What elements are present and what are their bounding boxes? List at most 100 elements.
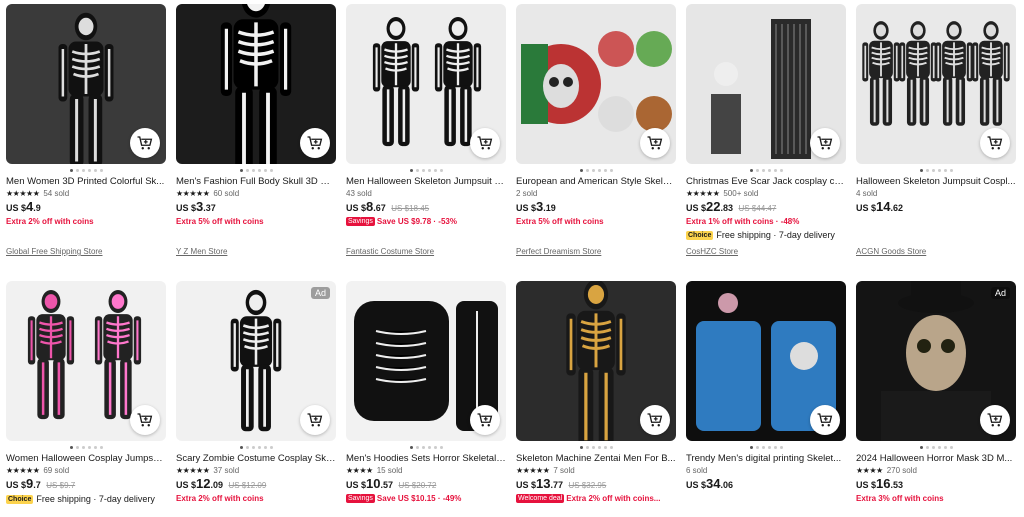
product-image[interactable]: Ad [176, 281, 336, 441]
original-price: US $44.47 [738, 204, 777, 213]
image-carousel-dots [856, 443, 1016, 451]
product-card[interactable]: Skeleton Machine Zentai Men For B... ★★★… [516, 281, 676, 505]
image-carousel-dots [6, 166, 166, 174]
product-image[interactable] [686, 281, 846, 441]
rating-row: ★★★★★ 7 sold [516, 465, 676, 476]
sold-count: 69 sold [43, 466, 70, 475]
product-image[interactable] [6, 4, 166, 164]
product-title[interactable]: Women Halloween Cosplay Jumpsui... [6, 453, 166, 465]
store-link[interactable]: Fantastic Costume Store [346, 246, 506, 257]
shopping-cart-add-icon[interactable] [810, 405, 840, 435]
store-link[interactable]: CosHZC Store [686, 246, 846, 257]
store-link[interactable]: Y Z Men Store [176, 246, 336, 257]
savings-badge: Welcome deal [516, 494, 565, 504]
product-card[interactable]: Men Women 3D Printed Colorful Sk... ★★★★… [6, 4, 166, 257]
price: US $4.9 [6, 199, 41, 214]
sold-count: 6 sold [686, 466, 708, 475]
shipping-row: Choice Free shipping · 7-day delivery [686, 230, 835, 241]
shopping-cart-add-icon[interactable] [980, 128, 1010, 158]
price: US $10.57 US $20.72 [346, 476, 437, 491]
product-card[interactable]: Men's Hoodies Sets Horror Skeletal ... ★… [346, 281, 506, 505]
shopping-cart-add-icon[interactable] [470, 405, 500, 435]
star-rating-icon: ★★★★ [856, 466, 883, 475]
store-link[interactable]: ACGN Goods Store [856, 246, 1016, 257]
savings-badge: Savings [346, 217, 375, 227]
original-price: US $32.95 [568, 481, 607, 490]
product-image[interactable] [516, 4, 676, 164]
shopping-cart-add-icon[interactable] [640, 128, 670, 158]
sold-count: 7 sold [553, 466, 575, 475]
product-card[interactable]: Men Halloween Skeleton Jumpsuit Z... 43 … [346, 4, 506, 257]
product-image[interactable] [6, 281, 166, 441]
product-grid: Men Women 3D Printed Colorful Sk... ★★★★… [0, 0, 1024, 517]
coins-discount: Extra 5% off with coins [516, 217, 604, 226]
product-image[interactable] [856, 4, 1016, 164]
shopping-cart-add-icon[interactable] [130, 128, 160, 158]
product-title[interactable]: Men Women 3D Printed Colorful Sk... [6, 176, 166, 188]
product-image[interactable] [686, 4, 846, 164]
original-price: US $18.45 [391, 204, 430, 213]
product-title[interactable]: Men Halloween Skeleton Jumpsuit Z... [346, 176, 506, 188]
product-card[interactable]: Men's Fashion Full Body Skull 3D Pri... … [176, 4, 336, 257]
rating-row: 43 sold [346, 188, 506, 199]
price: US $12.09 US $12.09 [176, 476, 267, 491]
price: US $34.06 [686, 476, 733, 491]
savings-row: Savings Save US $9.78 · -53% [346, 217, 457, 227]
product-card[interactable]: Christmas Eve Scar Jack cosplay cost... … [686, 4, 846, 257]
shopping-cart-add-icon[interactable] [130, 405, 160, 435]
product-card[interactable]: Ad 2024 Halloween Horror Mask 3D M... ★★… [856, 281, 1016, 505]
store-link[interactable]: Global Free Shipping Store [6, 246, 166, 257]
ad-badge: Ad [990, 287, 1010, 299]
image-carousel-dots [346, 443, 506, 451]
shopping-cart-add-icon[interactable] [300, 128, 330, 158]
price: US $3.37 [176, 199, 216, 214]
image-carousel-dots [176, 166, 336, 174]
rating-row: ★★★★★ 60 sold [176, 188, 336, 199]
shopping-cart-add-icon[interactable] [640, 405, 670, 435]
savings-row: Savings Save US $10.15 · -49% [346, 494, 462, 504]
price: US $16.53 [856, 476, 903, 491]
product-image[interactable] [346, 281, 506, 441]
shopping-cart-add-icon[interactable] [810, 128, 840, 158]
choice-badge: Choice [6, 495, 34, 505]
price: US $13.77 US $32.95 [516, 476, 607, 491]
rating-row: ★★★★★ 69 sold [6, 465, 166, 476]
star-rating-icon: ★★★★★ [176, 466, 210, 475]
image-carousel-dots [516, 443, 676, 451]
price: US $8.67 US $18.45 [346, 199, 430, 214]
coins-discount: Extra 2% off with coins [176, 494, 264, 503]
shopping-cart-add-icon[interactable] [980, 405, 1010, 435]
product-title[interactable]: Men's Hoodies Sets Horror Skeletal ... [346, 453, 506, 465]
product-title[interactable]: Skeleton Machine Zentai Men For B... [516, 453, 676, 465]
star-rating-icon: ★★★★★ [6, 189, 40, 198]
image-carousel-dots [346, 166, 506, 174]
product-title[interactable]: European and American Style Skelet... [516, 176, 676, 188]
product-card[interactable]: Women Halloween Cosplay Jumpsui... ★★★★★… [6, 281, 166, 506]
sold-count: 270 sold [886, 466, 917, 475]
product-card[interactable]: Trendy Men's digital printing Skelet... … [686, 281, 846, 492]
product-card[interactable]: European and American Style Skelet... 2 … [516, 4, 676, 257]
product-title[interactable]: Men's Fashion Full Body Skull 3D Pri... [176, 176, 336, 188]
image-carousel-dots [856, 166, 1016, 174]
star-rating-icon: ★★★★★ [686, 189, 720, 198]
image-carousel-dots [686, 443, 846, 451]
product-card[interactable]: Halloween Skeleton Jumpsuit Cospl... 4 s… [856, 4, 1016, 257]
store-link[interactable]: Perfect Dreamism Store [516, 246, 676, 257]
shopping-cart-add-icon[interactable] [470, 128, 500, 158]
product-image[interactable] [516, 281, 676, 441]
product-title[interactable]: Trendy Men's digital printing Skelet... [686, 453, 846, 465]
rating-row: ★★★★★ 500+ sold [686, 188, 846, 199]
product-image[interactable] [176, 4, 336, 164]
product-image[interactable] [346, 4, 506, 164]
product-title[interactable]: Christmas Eve Scar Jack cosplay cost... [686, 176, 846, 188]
product-image[interactable]: Ad [856, 281, 1016, 441]
shopping-cart-add-icon[interactable] [300, 405, 330, 435]
rating-row: 2 sold [516, 188, 676, 199]
product-title[interactable]: Scary Zombie Costume Cosplay Skel... [176, 453, 336, 465]
product-title[interactable]: Halloween Skeleton Jumpsuit Cospl... [856, 176, 1016, 188]
product-card[interactable]: Ad Scary Zombie Costume Cosplay Skel... … [176, 281, 336, 505]
image-carousel-dots [6, 443, 166, 451]
product-title[interactable]: 2024 Halloween Horror Mask 3D M... [856, 453, 1016, 465]
sold-count: 54 sold [43, 189, 70, 198]
sold-count: 4 sold [856, 189, 878, 198]
